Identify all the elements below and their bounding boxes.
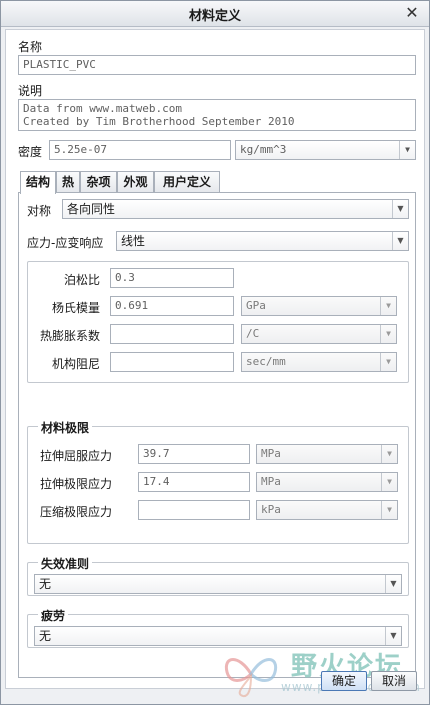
damping-unit-value: sec/mm [246, 355, 286, 368]
poisson-label: 泊松比 [64, 273, 101, 287]
properties-group: 泊松比 0.3 杨氏模量 0.691 GPa ▼ 热膨胀系数 /C ▼ 机构阻尼… [27, 261, 409, 383]
chevron-down-icon: ▼ [380, 297, 396, 315]
compressive-ultimate-input[interactable] [138, 500, 250, 520]
butterfly-logo-icon [224, 658, 278, 698]
chevron-down-icon: ▼ [380, 325, 396, 343]
dialog-title: 材料定义 [188, 9, 241, 24]
stress-strain-value: 线性 [121, 234, 146, 248]
chevron-down-icon: ▼ [399, 141, 415, 159]
compressive-ultimate-label: 压缩极限应力 [40, 505, 113, 519]
failure-criterion-group: 失效准则 无 ▼ [27, 555, 409, 596]
damping-input[interactable] [110, 352, 234, 372]
description-line: Created by Tim Brotherhood September 201… [23, 115, 295, 128]
tensile-ultimate-unit-select[interactable]: MPa ▼ [256, 472, 398, 492]
name-input[interactable]: PLASTIC_PVC [18, 55, 416, 75]
description-textarea[interactable]: Data from www.matweb.com Created by Tim … [18, 99, 416, 131]
youngs-unit-select[interactable]: GPa ▼ [241, 296, 397, 316]
description-label: 说明 [18, 84, 43, 98]
tab-thermal[interactable]: 热 [56, 171, 80, 193]
chevron-down-icon: ▼ [392, 232, 408, 250]
tab-appearance[interactable]: 外观 [117, 171, 154, 193]
tab-structural[interactable]: 结构 [20, 171, 56, 194]
chevron-down-icon: ▼ [381, 473, 397, 491]
structural-tab-panel: 对称 各向同性 ▼ 应力-应变响应 线性 ▼ 泊松比 0.3 杨氏模量 0.69… [18, 192, 416, 678]
chevron-down-icon: ▼ [381, 445, 397, 463]
material-limits-group: 材料极限 拉伸屈服应力 39.7 MPa ▼ 拉伸极限应力 17.4 MPa ▼… [27, 419, 409, 544]
symmetry-label: 对称 [27, 204, 52, 218]
description-line: Data from www.matweb.com [23, 102, 182, 115]
thermal-expansion-unit-value: /C [246, 327, 260, 340]
fatigue-select[interactable]: 无 ▼ [34, 626, 402, 646]
damping-label: 机构阻尼 [52, 357, 101, 371]
density-label: 密度 [18, 145, 43, 159]
title-bar: 材料定义 ✕ [1, 1, 429, 27]
tensile-yield-unit-select[interactable]: MPa ▼ [256, 444, 398, 464]
failure-criterion-value: 无 [39, 577, 52, 591]
symmetry-value: 各向同性 [67, 202, 116, 216]
chevron-down-icon: ▼ [392, 200, 408, 218]
close-icon[interactable]: ✕ [403, 4, 421, 22]
compressive-ultimate-unit-select[interactable]: kPa ▼ [256, 500, 398, 520]
fatigue-title: 疲劳 [38, 607, 69, 624]
youngs-input[interactable]: 0.691 [110, 296, 234, 316]
fatigue-value: 无 [39, 629, 52, 643]
chevron-down-icon: ▼ [385, 627, 401, 645]
thermal-expansion-unit-select[interactable]: /C ▼ [241, 324, 397, 344]
thermal-expansion-input[interactable] [110, 324, 234, 344]
tensile-ultimate-input[interactable]: 17.4 [138, 472, 250, 492]
youngs-label: 杨氏模量 [52, 301, 101, 315]
chevron-down-icon: ▼ [381, 501, 397, 519]
damping-unit-select[interactable]: sec/mm ▼ [241, 352, 397, 372]
dialog-body: 名称 PLASTIC_PVC 说明 Data from www.matweb.c… [5, 29, 425, 689]
poisson-input[interactable]: 0.3 [110, 268, 234, 288]
tensile-yield-label: 拉伸屈服应力 [40, 449, 113, 463]
name-label: 名称 [18, 40, 43, 54]
compressive-ultimate-unit-value: kPa [261, 503, 281, 516]
failure-criterion-select[interactable]: 无 ▼ [34, 574, 402, 594]
fatigue-group: 疲劳 无 ▼ [27, 607, 409, 648]
material-limits-title: 材料极限 [38, 419, 93, 436]
tab-user-defined[interactable]: 用户定义 [154, 171, 220, 193]
youngs-unit-value: GPa [246, 299, 266, 312]
chevron-down-icon: ▼ [380, 353, 396, 371]
chevron-down-icon: ▼ [385, 575, 401, 593]
density-input[interactable]: 5.25e-07 [49, 140, 231, 160]
tensile-yield-unit-value: MPa [261, 447, 281, 460]
thermal-expansion-label: 热膨胀系数 [40, 329, 101, 343]
stress-strain-label: 应力-应变响应 [27, 236, 104, 250]
failure-criterion-title: 失效准则 [38, 555, 93, 572]
stress-strain-select[interactable]: 线性 ▼ [116, 231, 409, 251]
density-unit-value: kg/mm^3 [240, 143, 287, 156]
material-definition-dialog: 材料定义 ✕ 名称 PLASTIC_PVC 说明 Data from www.m… [0, 0, 430, 705]
tensile-ultimate-label: 拉伸极限应力 [40, 477, 113, 491]
symmetry-select[interactable]: 各向同性 ▼ [62, 199, 409, 219]
cancel-button[interactable]: 取消 [371, 671, 417, 691]
tensile-ultimate-unit-value: MPa [261, 475, 281, 488]
tensile-yield-input[interactable]: 39.7 [138, 444, 250, 464]
tab-misc[interactable]: 杂项 [80, 171, 117, 193]
density-unit-select[interactable]: kg/mm^3 ▼ [235, 140, 416, 160]
ok-button[interactable]: 确定 [321, 671, 367, 691]
